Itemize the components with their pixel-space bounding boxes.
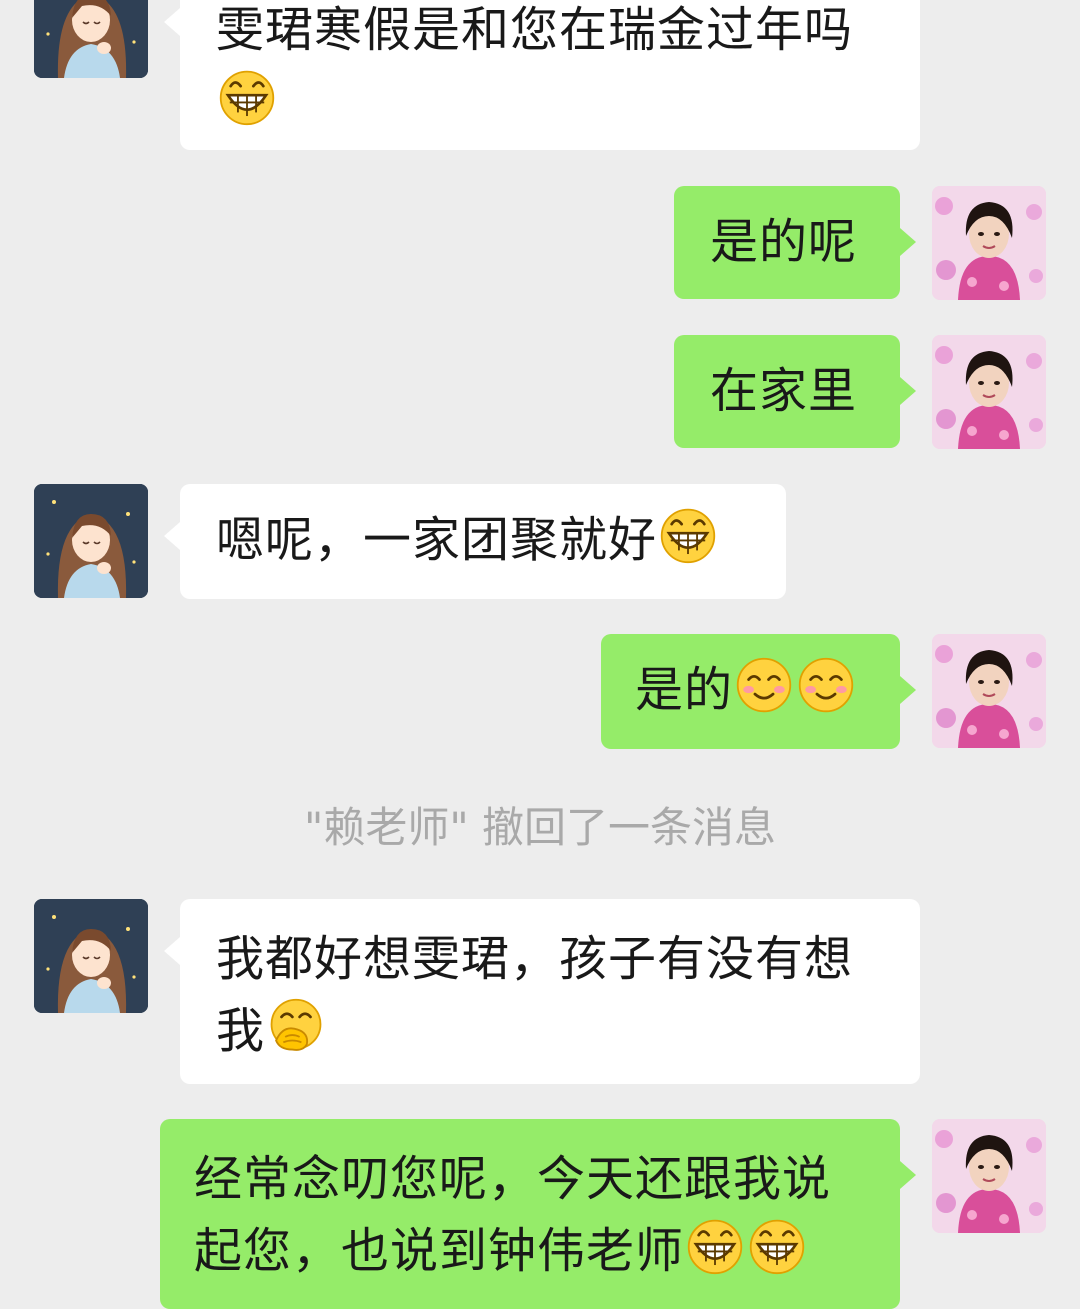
grinning-face-icon: [686, 1217, 744, 1275]
message-text: 是的呢: [710, 214, 858, 270]
message-text: 嗯呢，一家团聚就好: [216, 512, 658, 568]
face-with-hand-over-mouth-icon: [267, 997, 325, 1055]
smiling-face-with-blush-icon: [735, 656, 793, 714]
my-avatar[interactable]: [932, 335, 1046, 449]
message-bubble-incoming[interactable]: 嗯呢，一家团聚就好: [164, 484, 786, 599]
grinning-face-icon: [659, 506, 717, 564]
contact-avatar[interactable]: [34, 484, 148, 598]
message-bubble-incoming[interactable]: 我都好想雯珺，孩子有没有想 我: [164, 899, 920, 1084]
my-avatar[interactable]: [932, 186, 1046, 300]
my-avatar[interactable]: [932, 634, 1046, 748]
recall-notice: "赖老师" 撤回了一条消息: [304, 803, 776, 852]
message-text: 我: [216, 1003, 266, 1059]
message-bubble-outgoing[interactable]: 是的: [601, 634, 916, 749]
grinning-face-icon: [218, 68, 276, 126]
message-text: 是的: [635, 662, 734, 718]
contact-avatar[interactable]: [34, 899, 148, 1013]
my-avatar[interactable]: [932, 1119, 1046, 1233]
message-text: 在家里: [710, 363, 858, 419]
message-text: 雯珺寒假是和您在瑞金过年吗: [216, 2, 854, 58]
message-text: 经常念叨您呢，今天还跟我说: [194, 1151, 832, 1207]
message-bubble-outgoing[interactable]: 经常念叨您呢，今天还跟我说 起您，也说到钟伟老师: [160, 1119, 916, 1309]
contact-avatar[interactable]: [34, 0, 148, 78]
message-bubble-outgoing[interactable]: 在家里: [674, 335, 916, 448]
message-text: 我都好想雯珺，孩子有没有想: [216, 931, 854, 987]
message-bubble-incoming[interactable]: 雯珺寒假是和您在瑞金过年吗: [164, 0, 920, 150]
grinning-face-icon: [748, 1217, 806, 1275]
message-bubble-outgoing[interactable]: 是的呢: [674, 186, 916, 299]
message-text: 起您，也说到钟伟老师: [194, 1223, 685, 1279]
smiling-face-with-blush-icon: [797, 656, 855, 714]
